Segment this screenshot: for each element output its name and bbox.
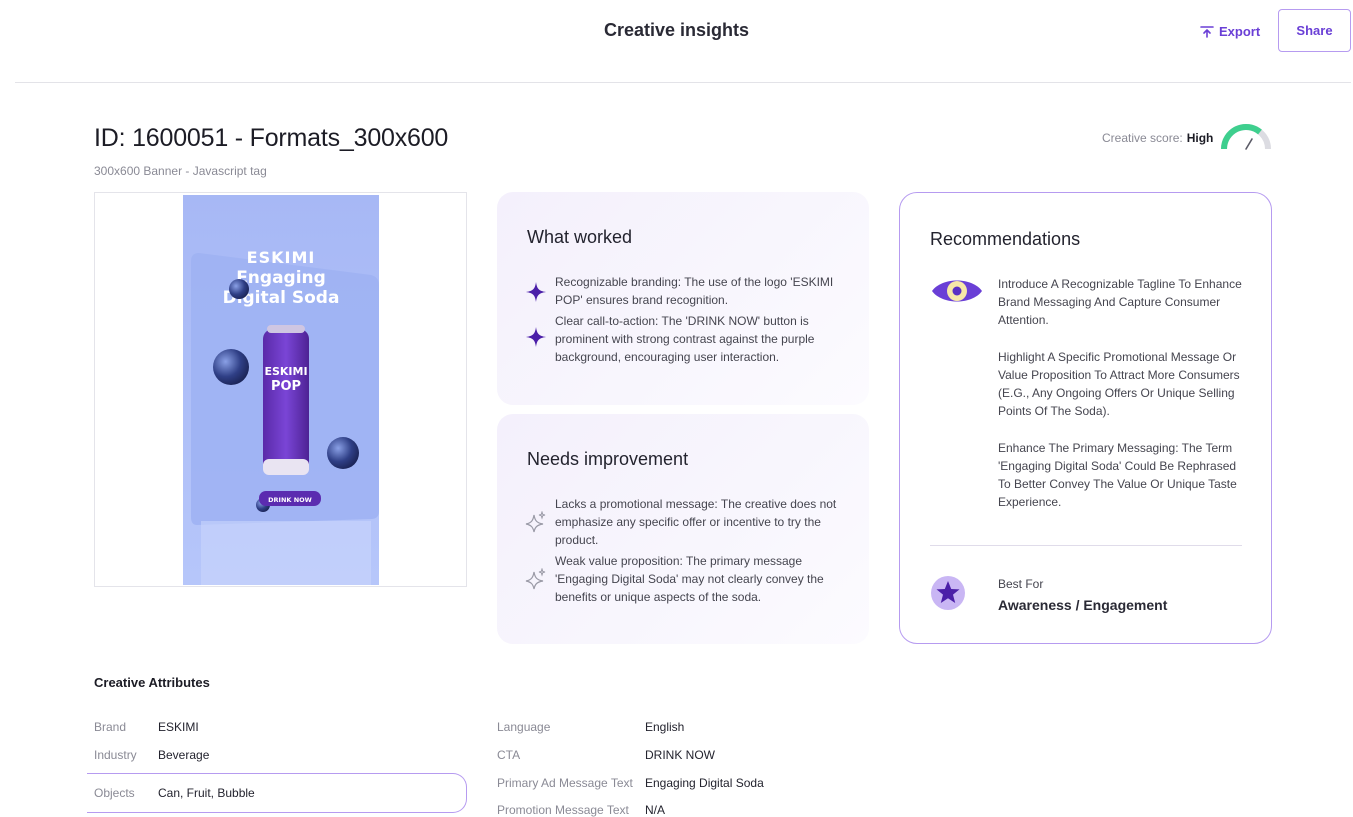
- export-button[interactable]: Export: [1199, 20, 1260, 42]
- preview-can-text-1: ESKIMI: [264, 365, 307, 378]
- sparkle-outline-icon: [525, 511, 546, 533]
- best-for-label: Best For: [998, 577, 1044, 591]
- needs-improvement-text: Lacks a promotional message: The creativ…: [555, 497, 837, 547]
- objects-row-highlight[interactable]: [87, 773, 467, 813]
- attribute-value: English: [645, 720, 685, 734]
- creative-attributes-title: Creative Attributes: [94, 675, 210, 690]
- sparkle-filled-icon: [526, 282, 546, 302]
- recommendation-text: Highlight A Specific Promotional Message…: [998, 350, 1240, 418]
- preview-headline-1: Engaging: [236, 268, 326, 288]
- sparkle-outline-icon: [525, 568, 546, 590]
- creative-preview-image: ESKIMI Engaging Digital Soda ESKIMI POP …: [183, 195, 379, 585]
- export-label: Export: [1219, 23, 1261, 39]
- recommendations-card: Recommendations Introduce A Recognizable…: [899, 192, 1272, 644]
- recommendations-divider: [930, 545, 1242, 546]
- attribute-value: Can, Fruit, Bubble: [158, 786, 255, 800]
- what-worked-card: What worked Recognizable branding: The u…: [497, 192, 869, 405]
- best-for-value: Awareness / Engagement: [998, 597, 1168, 613]
- creative-score-label: Creative score:: [1102, 131, 1183, 145]
- attribute-row-promotion-message: Promotion Message Text N/A: [497, 800, 665, 817]
- attribute-key: Language: [497, 720, 551, 734]
- recommendation-text: Introduce A Recognizable Tagline To Enha…: [998, 277, 1242, 327]
- attribute-row-cta: CTA DRINK NOW: [497, 745, 715, 765]
- creative-format-subtitle: 300x600 Banner - Javascript tag: [94, 164, 267, 178]
- attribute-row-language: Language English: [497, 717, 684, 737]
- needs-improvement-card: Needs improvement Lacks a promotional me…: [497, 414, 869, 644]
- attribute-key: Objects: [94, 786, 135, 800]
- attribute-value: N/A: [645, 803, 666, 817]
- what-worked-item: Recognizable branding: The use of the lo…: [525, 273, 841, 309]
- attribute-row-brand: Brand ESKIMI: [94, 717, 199, 737]
- attribute-key: CTA: [497, 748, 521, 762]
- attribute-key: Promotion Message Text: [497, 803, 629, 817]
- recommendation-text: Enhance The Primary Messaging: The Term …: [998, 441, 1237, 509]
- share-button[interactable]: Share: [1278, 9, 1351, 52]
- sparkle-filled-icon: [526, 327, 546, 347]
- attribute-value: ESKIMI: [158, 720, 199, 734]
- attribute-key: Industry: [94, 748, 137, 762]
- attribute-key: Primary Ad Message Text: [497, 776, 633, 790]
- needs-improvement-text: Weak value proposition: The primary mess…: [555, 554, 824, 604]
- top-bar: Creative insights Export Share: [0, 0, 1353, 64]
- recommendations-title: Recommendations: [930, 229, 1081, 249]
- preview-brand-text: ESKIMI: [247, 248, 316, 267]
- gauge-icon: [1220, 123, 1271, 150]
- upload-arrow-icon: [1200, 26, 1214, 38]
- header-divider: [15, 82, 1351, 83]
- what-worked-item: Clear call-to-action: The 'DRINK NOW' bu…: [525, 312, 841, 366]
- creative-id-title: ID: 1600051 - Formats_300x600: [94, 124, 449, 152]
- what-worked-title: What worked: [527, 227, 633, 247]
- preview-can-text-2: POP: [271, 379, 301, 394]
- what-worked-text: Clear call-to-action: The 'DRINK NOW' bu…: [555, 314, 815, 364]
- needs-improvement-item: Weak value proposition: The primary mess…: [525, 552, 841, 606]
- attribute-row-industry: Industry Beverage: [94, 745, 209, 765]
- attribute-value: DRINK NOW: [645, 748, 715, 762]
- creative-score-value: High: [1186, 131, 1214, 145]
- what-worked-text: Recognizable branding: The use of the lo…: [555, 275, 834, 307]
- attribute-value: Beverage: [158, 748, 210, 762]
- attribute-value: Engaging Digital Soda: [645, 776, 764, 790]
- needs-improvement-title: Needs improvement: [527, 449, 689, 469]
- creative-preview-frame: ESKIMI Engaging Digital Soda ESKIMI POP …: [94, 192, 467, 587]
- needs-improvement-item: Lacks a promotional message: The creativ…: [525, 495, 841, 549]
- attribute-row-objects[interactable]: Objects Can, Fruit, Bubble: [94, 783, 255, 803]
- attribute-row-primary-message: Primary Ad Message Text Engaging Digital…: [497, 773, 764, 793]
- eye-icon: [932, 280, 982, 302]
- page-title: Creative insights: [603, 20, 750, 40]
- attribute-key: Brand: [94, 720, 127, 734]
- creative-score: Creative score: High: [1102, 131, 1213, 145]
- preview-cta-text: DRINK NOW: [268, 496, 312, 504]
- star-badge-icon: [931, 576, 965, 610]
